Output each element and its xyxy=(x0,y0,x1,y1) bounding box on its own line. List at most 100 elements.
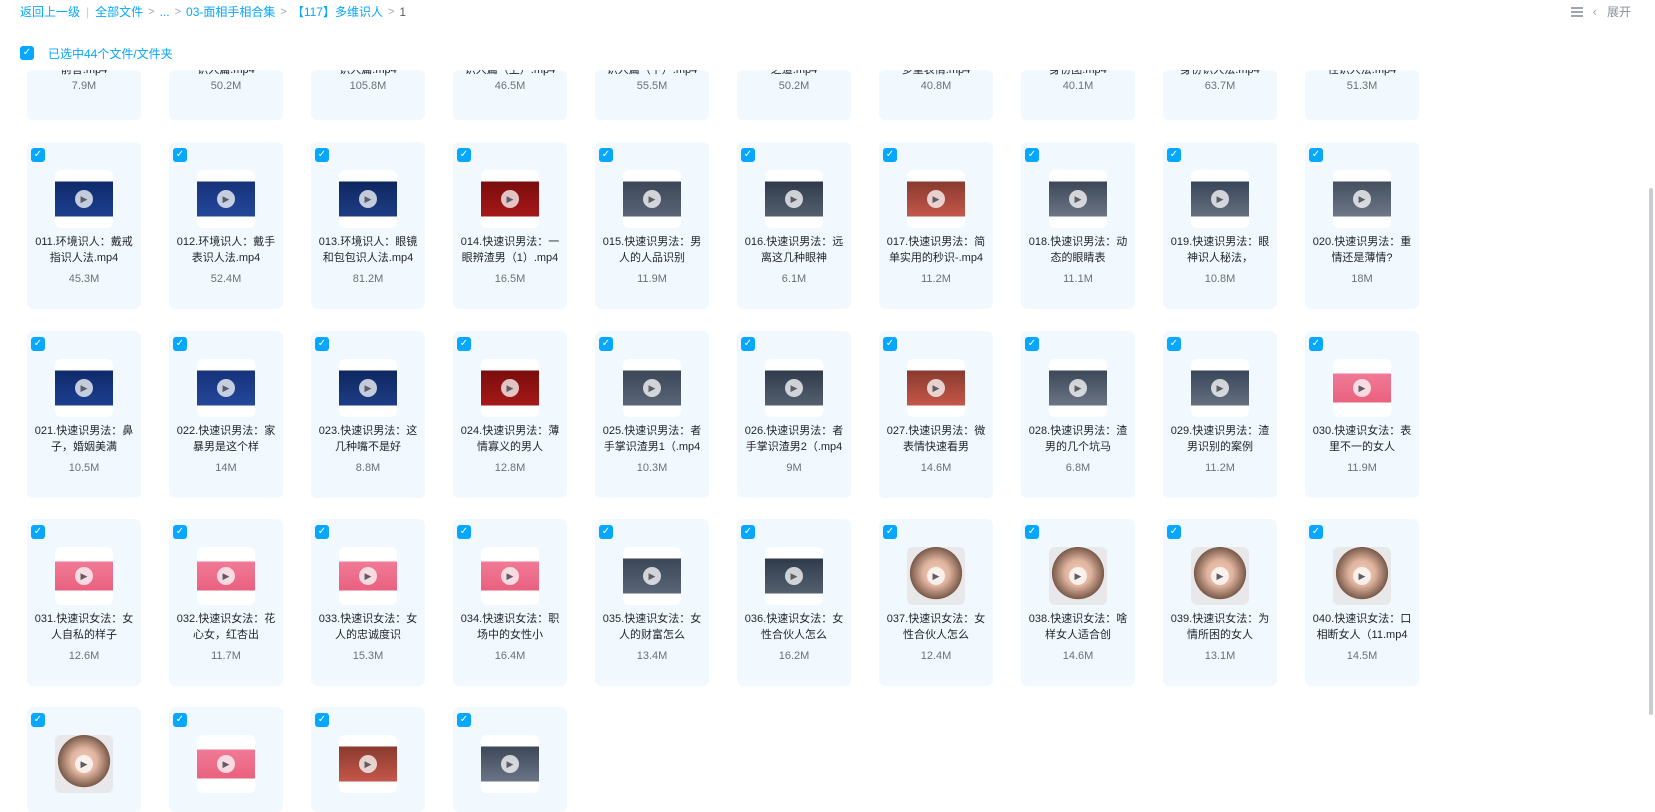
file-checkbox[interactable]: ✓ xyxy=(1025,337,1039,351)
file-checkbox[interactable]: ✓ xyxy=(315,337,329,351)
video-thumbnail[interactable]: ▶ xyxy=(481,735,539,793)
file-checkbox[interactable]: ✓ xyxy=(741,525,755,539)
file-card[interactable]: ✓ ▶ 021.快速识男法：鼻子，婚姻美满 10.5M xyxy=(27,331,141,498)
video-thumbnail[interactable]: ▶ xyxy=(339,547,397,605)
video-thumbnail[interactable]: ▶ xyxy=(765,547,823,605)
file-checkbox[interactable]: ✓ xyxy=(31,713,45,727)
file-card[interactable]: ✓ ▶ 023.快速识男法：这几种嘴不是好 8.8M xyxy=(311,331,425,498)
file-card[interactable]: ✓ ▶ 016.快速识男法：远离这几种眼神 6.1M xyxy=(737,142,851,309)
file-checkbox[interactable]: ✓ xyxy=(457,148,471,162)
file-checkbox[interactable]: ✓ xyxy=(1025,525,1039,539)
file-checkbox[interactable]: ✓ xyxy=(315,148,329,162)
video-thumbnail[interactable]: ▶ xyxy=(765,359,823,417)
file-checkbox[interactable]: ✓ xyxy=(315,525,329,539)
file-card[interactable]: 识人篇（下）.mp4 55.5M xyxy=(595,70,709,120)
video-thumbnail[interactable]: ▶ xyxy=(1191,170,1249,228)
file-card[interactable]: ✓ ▶ 022.快速识男法：家暴男是这个样 14M xyxy=(169,331,283,498)
file-card[interactable]: ✓ ▶ 032.快速识女法：花心女，红杏出 11.7M xyxy=(169,519,283,686)
file-card[interactable]: ✓ ▶ 013.环境识人：眼镜和包包识人法.mp4 81.2M xyxy=(311,142,425,309)
file-checkbox[interactable]: ✓ xyxy=(173,713,187,727)
file-card[interactable]: ✓ ▶ 024.快速识男法：薄情寡义的男人 12.8M xyxy=(453,331,567,498)
file-card[interactable]: 之道.mp4 50.2M xyxy=(737,70,851,120)
video-thumbnail[interactable]: ▶ xyxy=(339,735,397,793)
file-card[interactable]: ✓ ▶ 034.快速识女法：职场中的女性小 16.4M xyxy=(453,519,567,686)
file-card[interactable]: 性识人法.mp4 51.3M xyxy=(1305,70,1419,120)
file-card[interactable]: ✓ ▶ 029.快速识男法：渣男识别的案例 11.2M xyxy=(1163,331,1277,498)
file-card[interactable]: ✓ ▶ 027.快速识男法：微表情快速看男 14.6M xyxy=(879,331,993,498)
file-card[interactable]: ✓ ▶ xyxy=(453,707,567,812)
video-thumbnail[interactable]: ▶ xyxy=(197,170,255,228)
video-thumbnail[interactable]: ▶ xyxy=(1191,359,1249,417)
video-thumbnail[interactable]: ▶ xyxy=(1049,359,1107,417)
file-card[interactable]: ✓ ▶ 039.快速识女法：为情所困的女人 13.1M xyxy=(1163,519,1277,686)
video-thumbnail[interactable]: ▶ xyxy=(55,547,113,605)
video-thumbnail[interactable]: ▶ xyxy=(907,359,965,417)
file-card[interactable]: ✓ ▶ 012.环境识人：戴手表识人法.mp4 52.4M xyxy=(169,142,283,309)
file-card[interactable]: ✓ ▶ xyxy=(169,707,283,812)
file-checkbox[interactable]: ✓ xyxy=(599,148,613,162)
file-card[interactable]: ✓ ▶ 035.快速识女法：女人的财富怎么 13.4M xyxy=(595,519,709,686)
file-card[interactable]: ✓ ▶ 025.快速识男法：者手掌识渣男1（.mp4 10.3M xyxy=(595,331,709,498)
scrollbar-thumb[interactable] xyxy=(1649,188,1653,715)
file-checkbox[interactable]: ✓ xyxy=(883,148,897,162)
video-thumbnail[interactable]: ▶ xyxy=(907,170,965,228)
file-checkbox[interactable]: ✓ xyxy=(883,525,897,539)
file-card[interactable]: ✓ ▶ 014.快速识男法：一眼辨渣男（1）.mp4 16.5M xyxy=(453,142,567,309)
file-card[interactable]: ✓ ▶ 011.环境识人：戴戒指识人法.mp4 45.3M xyxy=(27,142,141,309)
file-checkbox[interactable]: ✓ xyxy=(315,713,329,727)
file-card[interactable]: 识人篇.mp4 50.2M xyxy=(169,70,283,120)
file-card[interactable]: 多重表情.mp4 40.8M xyxy=(879,70,993,120)
video-thumbnail[interactable]: ▶ xyxy=(1191,547,1249,605)
file-checkbox[interactable]: ✓ xyxy=(457,337,471,351)
file-card[interactable]: ✓ ▶ 030.快速识女法：表里不一的女人 11.9M xyxy=(1305,331,1419,498)
file-card[interactable]: 身份图.mp4 40.1M xyxy=(1021,70,1135,120)
file-card[interactable]: ✓ ▶ 019.快速识男法：眼神识人秘法， 10.8M xyxy=(1163,142,1277,309)
file-checkbox[interactable]: ✓ xyxy=(1025,148,1039,162)
file-card[interactable]: ✓ ▶ 026.快速识男法：者手掌识渣男2（.mp4 9M xyxy=(737,331,851,498)
video-thumbnail[interactable]: ▶ xyxy=(55,359,113,417)
file-checkbox[interactable]: ✓ xyxy=(173,148,187,162)
video-thumbnail[interactable]: ▶ xyxy=(623,547,681,605)
file-checkbox[interactable]: ✓ xyxy=(599,337,613,351)
video-thumbnail[interactable]: ▶ xyxy=(55,735,113,793)
file-card[interactable]: ✓ ▶ xyxy=(311,707,425,812)
file-checkbox[interactable]: ✓ xyxy=(1167,148,1181,162)
file-checkbox[interactable]: ✓ xyxy=(457,713,471,727)
file-checkbox[interactable]: ✓ xyxy=(173,525,187,539)
file-card[interactable]: ✓ ▶ 015.快速识男法：男人的人品识别 11.9M xyxy=(595,142,709,309)
video-thumbnail[interactable]: ▶ xyxy=(339,170,397,228)
file-card[interactable]: ✓ ▶ 036.快速识女法：女性合伙人怎么 16.2M xyxy=(737,519,851,686)
file-checkbox[interactable]: ✓ xyxy=(1309,148,1323,162)
file-card[interactable]: ✓ ▶ 038.快速识女法：啥样女人适合创 14.6M xyxy=(1021,519,1135,686)
video-thumbnail[interactable]: ▶ xyxy=(55,170,113,228)
file-checkbox[interactable]: ✓ xyxy=(741,148,755,162)
video-thumbnail[interactable]: ▶ xyxy=(1333,547,1391,605)
file-checkbox[interactable]: ✓ xyxy=(31,337,45,351)
file-card[interactable]: ✓ ▶ 037.快速识女法：女性合伙人怎么 12.4M xyxy=(879,519,993,686)
file-card[interactable]: ✓ ▶ 018.快速识男法：动态的眼睛表 11.1M xyxy=(1021,142,1135,309)
video-thumbnail[interactable]: ▶ xyxy=(765,170,823,228)
chevron-left-icon[interactable]: ‹ xyxy=(1593,4,1597,19)
file-checkbox[interactable]: ✓ xyxy=(1309,337,1323,351)
file-card[interactable]: 识人篇.mp4 105.8M xyxy=(311,70,425,120)
file-card[interactable]: ✓ ▶ xyxy=(27,707,141,812)
file-checkbox[interactable]: ✓ xyxy=(31,148,45,162)
video-thumbnail[interactable]: ▶ xyxy=(197,359,255,417)
file-checkbox[interactable]: ✓ xyxy=(31,525,45,539)
video-thumbnail[interactable]: ▶ xyxy=(907,547,965,605)
video-thumbnail[interactable]: ▶ xyxy=(481,359,539,417)
file-checkbox[interactable]: ✓ xyxy=(1167,525,1181,539)
file-card[interactable]: ✓ ▶ 028.快速识男法：渣男的几个坑马 6.8M xyxy=(1021,331,1135,498)
video-thumbnail[interactable]: ▶ xyxy=(339,359,397,417)
video-thumbnail[interactable]: ▶ xyxy=(1049,170,1107,228)
file-card[interactable]: ✓ ▶ 017.快速识男法：简单实用的秒识-.mp4 11.2M xyxy=(879,142,993,309)
file-card[interactable]: ✓ ▶ 031.快速识女法：女人自私的样子 12.6M xyxy=(27,519,141,686)
video-thumbnail[interactable]: ▶ xyxy=(481,170,539,228)
file-card[interactable]: ✓ ▶ 020.快速识男法：重情还是薄情? 18M xyxy=(1305,142,1419,309)
file-checkbox[interactable]: ✓ xyxy=(883,337,897,351)
file-checkbox[interactable]: ✓ xyxy=(173,337,187,351)
file-checkbox[interactable]: ✓ xyxy=(1167,337,1181,351)
expand-button[interactable]: 展开 xyxy=(1607,3,1631,20)
video-thumbnail[interactable]: ▶ xyxy=(1049,547,1107,605)
video-thumbnail[interactable]: ▶ xyxy=(623,359,681,417)
